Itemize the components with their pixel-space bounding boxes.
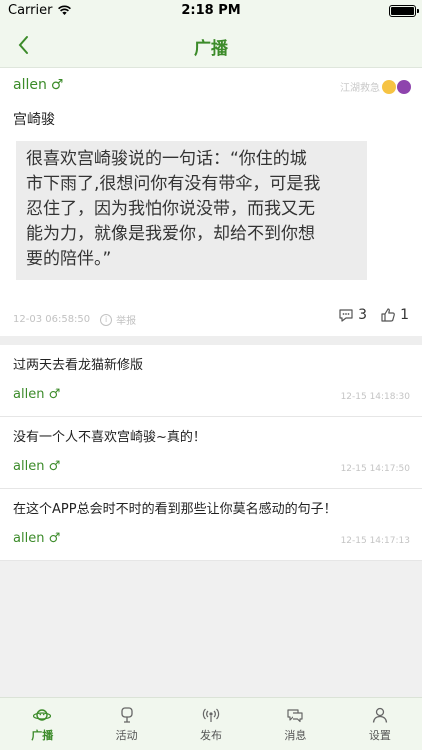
- feed: allen ♂ 江湖救急 宫崎骏 很喜欢宫崎骏说的一句话：“你住的城 市下雨了,很…: [0, 68, 422, 561]
- report-button[interactable]: i 举报: [100, 312, 136, 327]
- author-name: allen: [13, 77, 47, 93]
- scream-emoji-icon: [382, 79, 396, 94]
- planet-icon: [33, 709, 52, 721]
- chat-icon: [287, 709, 304, 723]
- quote-line: 能为力，就像是我爱你，却给不到你想: [26, 224, 315, 244]
- quote-line: 要的陪伴。”: [26, 249, 112, 269]
- post-title: 宫崎骏: [13, 112, 55, 128]
- post-author[interactable]: allen ♂: [13, 387, 60, 402]
- clock: 2:18 PM: [181, 3, 241, 18]
- status-bar: Carrier 2:18 PM: [0, 0, 422, 22]
- post-title: 没有一个人不喜欢宫崎骏~真的！: [13, 430, 206, 445]
- report-label: 举报: [116, 316, 137, 327]
- post-title: 过两天去看龙猫新修版: [13, 358, 144, 373]
- tab-messages[interactable]: 消息: [253, 698, 337, 750]
- comment-count: 3: [358, 307, 368, 323]
- post-quote: 很喜欢宫崎骏说的一句话：“你住的城 市下雨了,很想问你有没有带伞，可是我 忍住了…: [16, 141, 367, 280]
- comment-icon: [339, 308, 353, 322]
- quote-line: 很喜欢宫崎骏说的一句话：“你住的城: [26, 149, 307, 169]
- post-timestamp: 12-15 14:17:50: [340, 464, 410, 474]
- post-author[interactable]: allen ♂: [13, 531, 60, 546]
- tab-label: 设置: [368, 729, 391, 742]
- activity-icon: [120, 707, 133, 723]
- post-author[interactable]: allen ♂: [13, 77, 63, 93]
- post-timestamp: 12-15 14:17:13: [340, 536, 410, 546]
- featured-post[interactable]: allen ♂ 江湖救急 宫崎骏 很喜欢宫崎骏说的一句话：“你住的城 市下雨了,很…: [0, 68, 422, 336]
- tab-activity[interactable]: 活动: [84, 698, 168, 750]
- tab-broadcast[interactable]: 广播: [0, 698, 84, 750]
- author-name: allen: [13, 459, 45, 474]
- tab-label: 广播: [31, 729, 54, 742]
- list-item[interactable]: 没有一个人不喜欢宫崎骏~真的！ allen ♂ 12-15 14:17:50: [0, 417, 422, 489]
- male-icon: ♂: [48, 531, 61, 546]
- tab-label: 消息: [284, 729, 307, 742]
- author-name: allen: [13, 387, 45, 402]
- male-icon: ♂: [50, 77, 64, 93]
- tab-label: 活动: [115, 729, 138, 742]
- comment-button[interactable]: 3: [338, 307, 367, 323]
- male-icon: ♂: [48, 459, 61, 474]
- male-icon: ♂: [48, 387, 61, 402]
- page-title: 广播: [194, 39, 228, 59]
- tab-bar: 广播 活动 发布 消息 设置: [0, 697, 422, 750]
- user-badge: 江湖救急: [340, 79, 411, 94]
- thumbs-up-icon: [381, 308, 395, 322]
- list-item[interactable]: 过两天去看龙猫新修版 allen ♂ 12-15 14:18:30: [0, 345, 422, 417]
- quote-line: 忍住了，因为我怕你说没带，而我又无: [26, 199, 315, 219]
- post-title: 在这个APP总会时不时的看到那些让你莫名感动的句子！: [13, 502, 337, 517]
- author-name: allen: [13, 531, 45, 546]
- post-timestamp: 12-15 14:18:30: [340, 392, 410, 402]
- tab-label: 发布: [200, 729, 223, 742]
- like-count: 1: [400, 307, 409, 323]
- list-item[interactable]: 在这个APP总会时不时的看到那些让你莫名感动的句子！ allen ♂ 12-15…: [0, 489, 422, 561]
- nav-bar: 广播: [0, 22, 422, 68]
- info-icon: i: [100, 313, 113, 326]
- broadcast-icon: [202, 708, 220, 722]
- badge-label: 江湖救急: [340, 83, 380, 94]
- section-divider: [0, 336, 422, 345]
- battery-icon: [389, 5, 419, 17]
- person-icon: [372, 707, 387, 723]
- like-button[interactable]: 1: [380, 307, 409, 323]
- post-meta: 12-03 06:58:50 i 举报: [13, 312, 136, 327]
- tab-settings[interactable]: 设置: [338, 698, 422, 750]
- quote-line: 市下雨了,很想问你有没有带伞，可是我: [26, 174, 321, 194]
- post-timestamp: 12-03 06:58:50: [13, 314, 91, 325]
- post-author[interactable]: allen ♂: [13, 459, 60, 474]
- devil-emoji-icon: [397, 79, 411, 94]
- tab-publish[interactable]: 发布: [169, 698, 253, 750]
- post-stats: 3 1: [325, 307, 409, 323]
